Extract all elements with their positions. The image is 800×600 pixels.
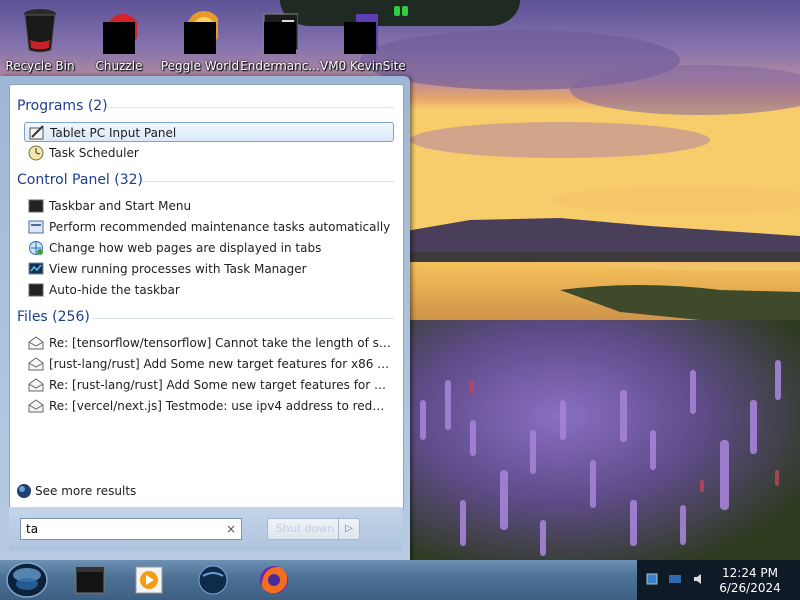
mail-icon bbox=[28, 336, 44, 350]
taskbar-icon bbox=[28, 199, 44, 213]
redacted-block bbox=[103, 22, 135, 54]
globe-icon[interactable] bbox=[185, 561, 241, 599]
result-task-scheduler[interactable]: Task Scheduler bbox=[24, 143, 394, 163]
recycle-bin-icon bbox=[24, 9, 56, 53]
shutdown-options-arrow-icon[interactable]: ▷ bbox=[338, 519, 359, 539]
result-taskbar-and-start-menu[interactable]: Taskbar and Start Menu bbox=[24, 196, 394, 216]
result-file-rust-lang-1[interactable]: [rust-lang/rust] Add Some new target fea… bbox=[24, 354, 394, 374]
result-auto-hide-taskbar[interactable]: Auto-hide the taskbar bbox=[24, 280, 394, 300]
network-icon[interactable] bbox=[645, 572, 659, 586]
result-label: Re: [rust-lang/rust] Add Some new target… bbox=[49, 378, 391, 392]
mail-icon bbox=[28, 357, 44, 371]
shutdown-label: Shut down bbox=[275, 522, 335, 535]
section-header-files: Files (256) bbox=[17, 309, 90, 325]
mail-icon bbox=[28, 378, 44, 392]
tablet-pen-icon bbox=[29, 125, 44, 140]
result-label: View running processes with Task Manager bbox=[49, 262, 307, 276]
clock-date: 6/26/2024 bbox=[719, 581, 781, 595]
result-file-vercel-next[interactable]: Re: [vercel/next.js] Testmode: use ipv4 … bbox=[24, 396, 394, 416]
maintenance-icon bbox=[28, 220, 44, 234]
action-center-icon[interactable] bbox=[668, 572, 682, 586]
result-label: Re: [tensorflow/tensorflow] Cannot take … bbox=[49, 336, 391, 350]
desktop-icon-label: Chuzzle bbox=[95, 59, 143, 73]
start-orb-icon[interactable] bbox=[6, 562, 48, 598]
redacted-block bbox=[344, 22, 376, 54]
desktop-icon-endermanc[interactable]: Endermanc... bbox=[240, 2, 320, 76]
desktop-icon-label: Peggle World bbox=[160, 59, 240, 73]
clock-icon bbox=[28, 145, 44, 161]
media-player-icon[interactable] bbox=[122, 561, 178, 599]
result-label: Change how web pages are displayed in ta… bbox=[49, 241, 322, 255]
clear-search-icon[interactable]: × bbox=[226, 522, 236, 536]
result-view-running-processes[interactable]: View running processes with Task Manager bbox=[24, 259, 394, 279]
taskbar-clock[interactable]: 12:24 PM 6/26/2024 bbox=[712, 566, 788, 596]
result-label: Perform recommended maintenance tasks au… bbox=[49, 220, 391, 234]
taskbar-icon bbox=[28, 283, 44, 297]
status-led bbox=[402, 6, 408, 16]
desktop-icon-label: Endermanc... bbox=[240, 59, 320, 73]
shutdown-button[interactable]: Shut down ▷ bbox=[267, 518, 360, 540]
search-globe-icon bbox=[17, 484, 31, 498]
result-label: [rust-lang/rust] Add Some new target fea… bbox=[49, 357, 391, 371]
internet-options-icon bbox=[29, 241, 43, 255]
result-label: Re: [vercel/next.js] Testmode: use ipv4 … bbox=[49, 399, 391, 413]
section-divider bbox=[92, 318, 394, 319]
desktop-icon-peggle-world[interactable]: Peggle World bbox=[160, 2, 240, 76]
terminal-icon[interactable] bbox=[62, 561, 118, 599]
section-divider bbox=[108, 107, 394, 108]
result-file-rust-lang-2[interactable]: Re: [rust-lang/rust] Add Some new target… bbox=[24, 375, 394, 395]
result-label: Taskbar and Start Menu bbox=[49, 199, 192, 213]
result-file-tensorflow[interactable]: Re: [tensorflow/tensorflow] Cannot take … bbox=[24, 333, 394, 353]
desktop-icon-recycle-bin[interactable]: Recycle Bin bbox=[0, 2, 80, 76]
mail-icon bbox=[28, 399, 44, 413]
firefox-icon[interactable] bbox=[246, 561, 302, 599]
see-more-label: See more results bbox=[35, 484, 137, 498]
search-input[interactable] bbox=[23, 520, 219, 538]
result-change-web-pages-tabs[interactable]: Change how web pages are displayed in ta… bbox=[24, 238, 394, 258]
task-manager-icon bbox=[28, 262, 44, 275]
clock-time: 12:24 PM bbox=[722, 566, 778, 580]
desktop-icon-label: VM0 KevinSite bbox=[320, 59, 406, 73]
desktop-icon-chuzzle[interactable]: Chuzzle bbox=[79, 2, 159, 76]
result-tablet-pc-input-panel[interactable]: Tablet PC Input Panel bbox=[24, 122, 394, 142]
start-search-box[interactable]: × bbox=[20, 518, 242, 540]
section-header-programs: Programs (2) bbox=[17, 98, 108, 114]
result-label: Auto-hide the taskbar bbox=[49, 283, 180, 297]
volume-icon[interactable] bbox=[692, 572, 706, 586]
desktop-icon-vm0-kevinsite[interactable]: VM0 KevinSite bbox=[320, 2, 406, 76]
result-label: Task Scheduler bbox=[49, 146, 139, 160]
section-header-control-panel: Control Panel (32) bbox=[17, 172, 144, 188]
section-divider bbox=[142, 181, 394, 182]
desktop-icon-label: Recycle Bin bbox=[5, 59, 75, 73]
redacted-block bbox=[264, 22, 296, 54]
result-perform-maintenance[interactable]: Perform recommended maintenance tasks au… bbox=[24, 217, 394, 237]
redacted-block bbox=[184, 22, 216, 54]
result-label: Tablet PC Input Panel bbox=[50, 126, 177, 140]
